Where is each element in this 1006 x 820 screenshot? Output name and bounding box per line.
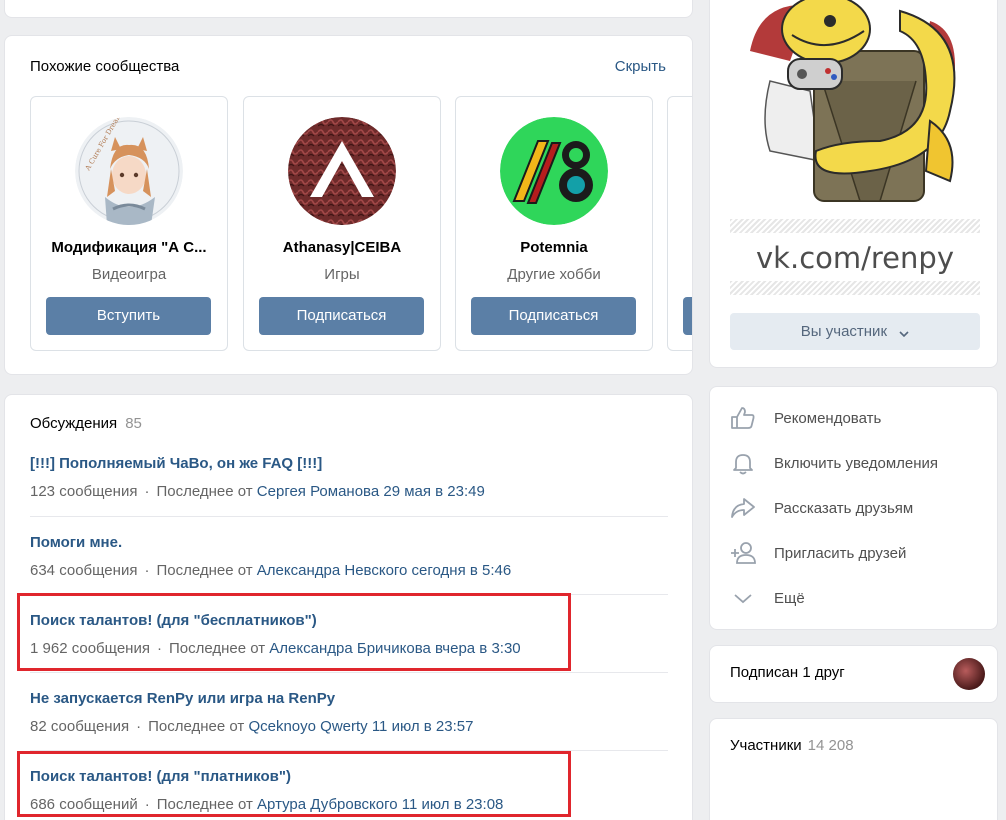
chevron-down-icon: [730, 583, 762, 613]
community-name[interactable]: Модификация "А С...: [31, 239, 227, 256]
previous-card: [4, 0, 693, 18]
community-cover-image[interactable]: [730, 0, 980, 219]
community-name[interactable]: Potemnia: [456, 239, 652, 256]
share-icon: [730, 493, 762, 523]
topic-title[interactable]: Не запускается RenPy или игра на RenPy: [30, 690, 668, 707]
topic-last-author[interactable]: Qceknoyo Qwerty 11 июл в 23:57: [248, 718, 473, 735]
share-label: Рассказать друзьям: [774, 499, 914, 517]
membership-button[interactable]: Вы участник: [730, 313, 980, 350]
topic-messages: 634 сообщения: [30, 562, 138, 579]
friend-avatar[interactable]: [953, 658, 985, 690]
topic-last-author[interactable]: Сергея Романова 29 мая в 23:49: [257, 483, 485, 500]
topic-last-author[interactable]: Александра Невского сегодня в 5:46: [257, 562, 511, 579]
topic-item[interactable]: Не запускается RenPy или игра на RenPy 8…: [30, 690, 668, 735]
community-cover-panel: vk.com/renpy Вы участник: [709, 0, 998, 368]
community-url: vk.com/renpy: [756, 241, 954, 275]
similar-communities-title: Похожие сообщества: [30, 58, 180, 75]
invite-friends-label: Пригласить друзей: [774, 544, 907, 562]
community-category: Видеоигра: [91, 266, 167, 283]
community-card[interactable]: A Cure For Dreams Модификация "А С... Ви…: [30, 96, 228, 351]
community-card-partial[interactable]: [667, 96, 692, 351]
topic-messages: 82 сообщения: [30, 718, 130, 735]
divider: [30, 516, 668, 517]
members-count: 14 208: [807, 737, 854, 754]
topic-messages: 123 сообщения: [30, 483, 138, 500]
actions-panel: Рекомендовать Включить уведомления Расск…: [709, 386, 998, 630]
cover-stripe: [730, 281, 980, 295]
topic-last-from: Последнее от: [156, 483, 253, 500]
add-user-icon: [730, 538, 762, 568]
recommend-label: Рекомендовать: [774, 409, 882, 427]
highlight-box: [17, 593, 571, 671]
highlight-box: [17, 751, 571, 817]
chevron-down-icon: [899, 314, 909, 351]
discussions-count: 85: [125, 415, 142, 432]
recommend-action[interactable]: Рекомендовать: [730, 403, 881, 433]
topic-last-from: Последнее от: [148, 718, 245, 735]
community-avatar[interactable]: A Cure For Dreams: [75, 117, 183, 225]
subscribe-button[interactable]: Подписаться: [471, 297, 636, 335]
more-action[interactable]: Ещё: [730, 583, 805, 613]
topic-meta: 123 сообщения · Последнее от Сергея Романо…: [30, 483, 485, 500]
topic-title[interactable]: [!!!] Пополняемый ЧаВо, он же FAQ [!!!]: [30, 455, 668, 472]
subscribe-button[interactable]: Подписаться: [259, 297, 424, 335]
members-header[interactable]: Участники 14 208: [730, 737, 854, 754]
notifications-action[interactable]: Включить уведомления: [730, 448, 938, 478]
divider: [30, 672, 668, 673]
invite-friends-action[interactable]: Пригласить друзей: [730, 538, 906, 568]
join-button[interactable]: Вступить: [46, 297, 211, 335]
community-category: Другие хобби: [507, 266, 601, 283]
discussions-title: Обсуждения: [30, 415, 118, 432]
more-label: Ещё: [774, 589, 805, 607]
hide-link[interactable]: Скрыть: [615, 58, 666, 75]
bell-icon: [730, 448, 762, 478]
notifications-label: Включить уведомления: [774, 454, 939, 472]
community-card[interactable]: Athanasy|CEIBA Игры Подписаться: [243, 96, 441, 351]
similar-communities-panel: Похожие сообщества Скрыть A Cure For Dre…: [4, 35, 693, 375]
subscribed-friends-panel[interactable]: Подписан 1 друг: [709, 645, 998, 703]
topic-item[interactable]: [!!!] Пополняемый ЧаВо, он же FAQ [!!!] …: [30, 455, 668, 500]
topic-meta: 82 сообщения · Последнее от Qceknoyo Qwert…: [30, 718, 474, 735]
topic-item[interactable]: Помоги мне. 634 сообщения · Последнее от А…: [30, 534, 668, 579]
members-panel: Участники 14 208: [709, 718, 998, 820]
thumbs-up-icon: [730, 403, 762, 433]
topic-last-from: Последнее от: [156, 562, 253, 579]
community-category: Игры: [324, 266, 360, 283]
subscribed-friends-text[interactable]: Подписан 1 друг: [730, 664, 845, 681]
cover-stripe: [730, 219, 980, 233]
community-avatar[interactable]: [500, 117, 608, 225]
subscribe-button-partial[interactable]: [683, 297, 692, 335]
community-card[interactable]: Potemnia Другие хобби Подписаться: [455, 96, 653, 351]
topic-title[interactable]: Помоги мне.: [30, 534, 668, 551]
share-action[interactable]: Рассказать друзьям: [730, 493, 913, 523]
community-avatar[interactable]: [288, 117, 396, 225]
membership-label: Вы участник: [800, 323, 888, 340]
topic-meta: 634 сообщения · Последнее от Александра Не…: [30, 562, 512, 579]
discussions-header[interactable]: Обсуждения 85: [30, 415, 142, 432]
members-title: Участники: [730, 737, 802, 754]
community-name[interactable]: Athanasy|CEIBA: [244, 239, 440, 256]
